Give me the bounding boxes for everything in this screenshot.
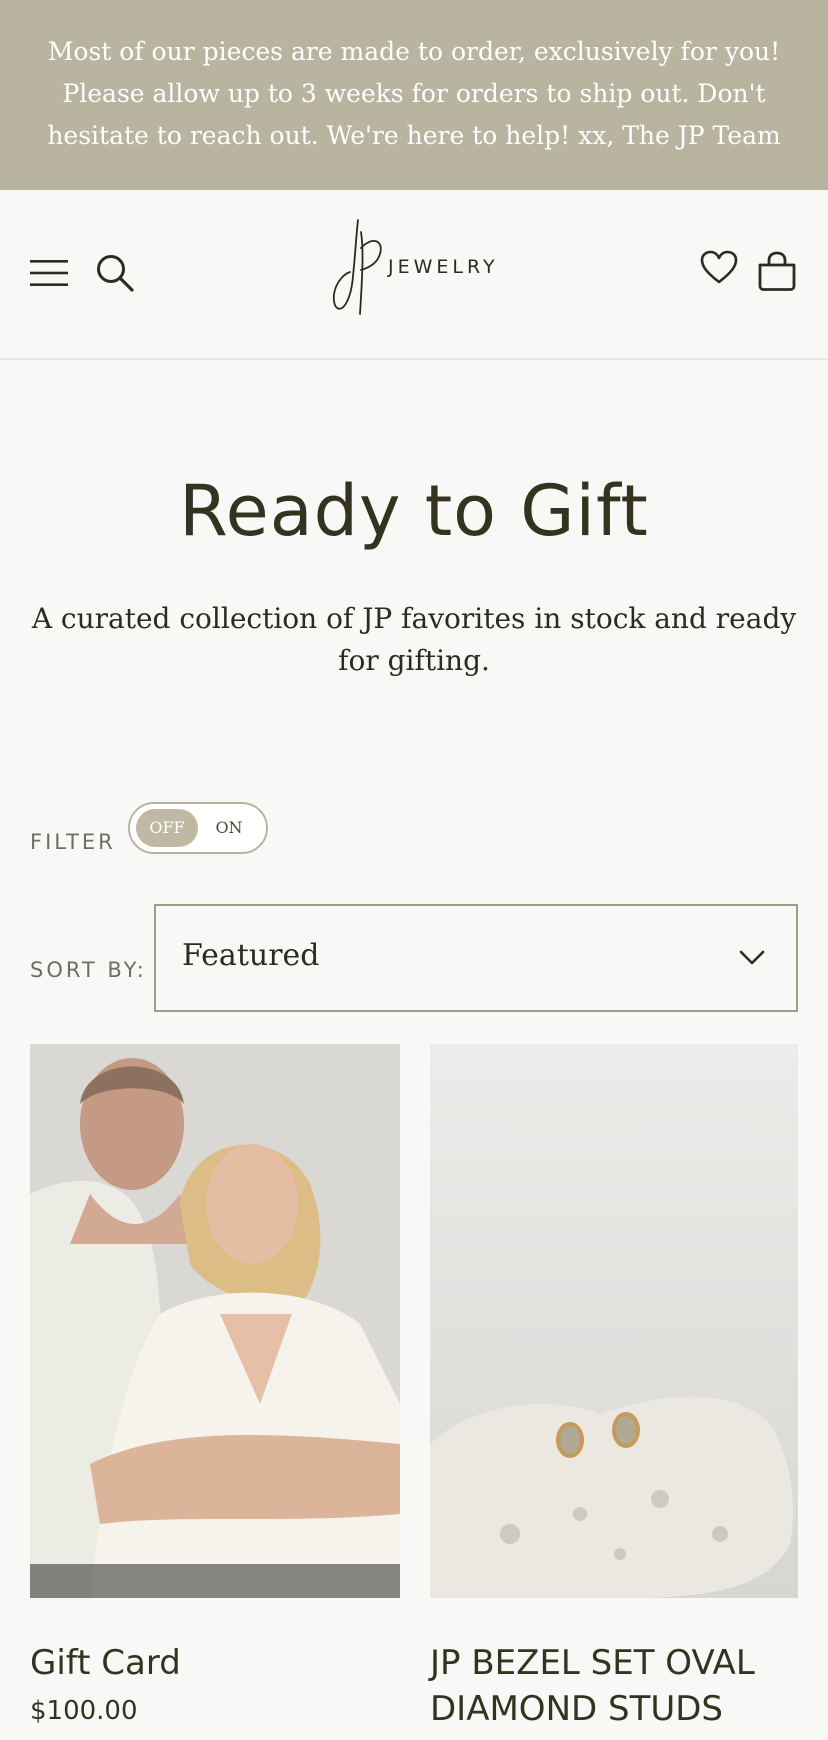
toggle-off-option[interactable]: OFF xyxy=(136,809,198,847)
product-title[interactable]: Gift Card xyxy=(30,1640,400,1686)
logo[interactable]: JEWELRY xyxy=(318,218,508,318)
page-title: Ready to Gift xyxy=(179,470,649,552)
product-title[interactable]: JP BEZEL SET OVAL DIAMOND STUDS xyxy=(430,1640,798,1732)
collection-description: A curated collection of JP favorites in … xyxy=(31,602,797,677)
toggle-on-option[interactable]: ON xyxy=(204,809,254,847)
product-card[interactable]: JP BEZEL SET OVAL DIAMOND STUDS xyxy=(430,1044,798,1732)
product-image[interactable] xyxy=(430,1044,798,1598)
filter-label: FILTER xyxy=(30,830,116,854)
announcement-bar: Most of our pieces are made to order, ex… xyxy=(0,0,828,190)
logo-text: JEWELRY xyxy=(388,256,499,278)
chevron-down-icon xyxy=(739,950,765,965)
logo-monogram-icon xyxy=(332,219,382,315)
product-card[interactable]: Gift Card $100.00 xyxy=(30,1044,400,1726)
product-price: $100.00 xyxy=(30,1696,138,1726)
sort-select[interactable]: Featured xyxy=(154,904,798,1012)
sort-label: SORT BY: xyxy=(30,958,147,982)
site-header: JEWELRY xyxy=(0,190,828,360)
product-image[interactable] xyxy=(30,1044,400,1598)
announcement-text: Most of our pieces are made to order, ex… xyxy=(47,37,781,150)
heart-icon[interactable] xyxy=(700,250,738,286)
filter-toggle[interactable]: OFF ON xyxy=(128,802,268,854)
bag-icon[interactable] xyxy=(756,250,798,292)
search-icon[interactable] xyxy=(94,252,136,294)
menu-icon[interactable] xyxy=(28,256,70,290)
sort-selected-value: Featured xyxy=(182,938,320,973)
